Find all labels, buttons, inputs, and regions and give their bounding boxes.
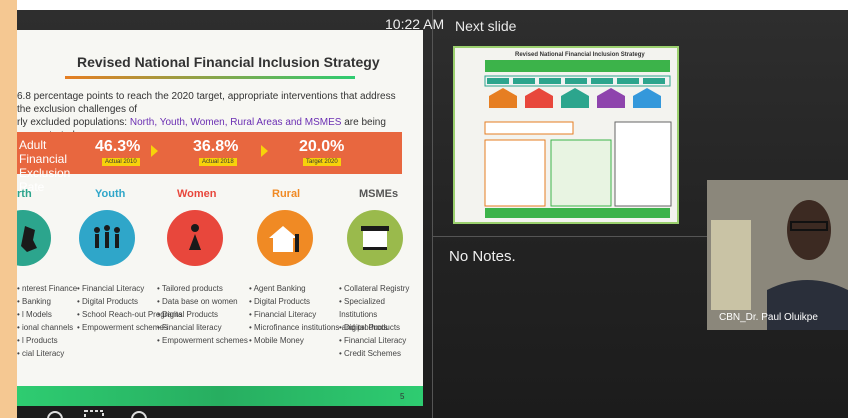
list-item: Empowerment schemes <box>157 334 248 347</box>
list-item: Digital Products <box>157 308 248 321</box>
list-item: cial Literacy <box>17 347 77 360</box>
metric-caption: Actual 2010 <box>102 158 140 166</box>
people-group-icon <box>79 210 135 266</box>
list-item: nterest Finance <box>17 282 77 295</box>
list-item: l Products <box>17 334 77 347</box>
presenter-window: 10:22 AM Revised National Financial Incl… <box>17 10 848 418</box>
slide-title: Revised National Financial Inclusion Str… <box>77 54 380 70</box>
list-item: Specialized Institutions <box>339 295 423 321</box>
zoom-presenter-view: 10:22 AM Revised National Financial Incl… <box>0 0 854 418</box>
intro-line-1: 6.8 percentage points to reach the 2020 … <box>17 91 396 115</box>
list-item: Data base on women <box>157 295 248 308</box>
column-heading-msmes: MSMEs <box>359 188 399 200</box>
metric-caption: Target 2020 <box>303 158 341 166</box>
woman-icon <box>167 210 223 266</box>
slide-footer-band <box>17 386 423 406</box>
chevron-right-icon <box>261 145 268 157</box>
list-item: Collateral Registry <box>339 282 423 295</box>
presenter-controls <box>17 406 423 418</box>
column-heading-rural: Rural <box>272 188 301 200</box>
column-list-women: Tailored products Data base on women Dig… <box>157 282 248 347</box>
left-edge-strip <box>0 0 17 418</box>
list-item: Tailored products <box>157 282 248 295</box>
list-item: Banking <box>17 295 77 308</box>
column-list-north: nterest Finance Banking l Models ional c… <box>17 282 77 360</box>
intro-line-2-start: rly excluded populations: <box>17 117 130 128</box>
list-item: Financial Literacy <box>339 334 423 347</box>
list-item: Credit Schemes <box>339 347 423 360</box>
map-icon <box>17 210 51 266</box>
metric-value: 20.0% <box>299 138 345 155</box>
shop-icon <box>347 210 403 266</box>
next-slide-thumbnail[interactable]: Revised National Financial Inclusion Str… <box>453 46 679 224</box>
column-heading-youth: Youth <box>95 188 126 200</box>
column-list-msmes: Collateral Registry Specialized Institut… <box>339 282 423 360</box>
house-icon <box>257 210 313 266</box>
list-item: l Models <box>17 308 77 321</box>
zoom-slide-icon <box>84 410 104 418</box>
more-options-icon <box>131 411 147 418</box>
speaker-notes: No Notes. <box>449 248 516 265</box>
column-heading-women: Women <box>177 188 217 200</box>
metric-label: Adult Financial Exclusion Rate <box>19 138 71 194</box>
list-item: Financial literacy <box>157 321 248 334</box>
title-underline <box>65 76 355 79</box>
pen-tool-icon <box>47 411 63 418</box>
next-slide-label: Next slide <box>455 18 517 34</box>
column-heading-north: rth <box>17 188 32 200</box>
list-item: ional channels <box>17 321 77 334</box>
metric-value: 36.8% <box>193 138 239 155</box>
pane-divider[interactable] <box>432 10 433 418</box>
list-item: Digital Products <box>339 321 423 334</box>
intro-highlight: North, Youth, Women, Rural Areas and MSM… <box>129 117 342 128</box>
participant-video[interactable]: CBN_Dr. Paul Oluikpe <box>707 180 848 330</box>
participant-name: CBN_Dr. Paul Oluikpe <box>719 312 818 323</box>
current-slide: Revised National Financial Inclusion Str… <box>17 30 423 406</box>
metric-value: 46.3% <box>95 138 141 155</box>
exclusion-rate-bar: Adult Financial Exclusion Rate 46.3% Act… <box>17 132 402 194</box>
slide-page-number: 5 <box>400 392 405 401</box>
chevron-right-icon <box>151 145 158 157</box>
metric-caption: Actual 2018 <box>199 158 237 166</box>
